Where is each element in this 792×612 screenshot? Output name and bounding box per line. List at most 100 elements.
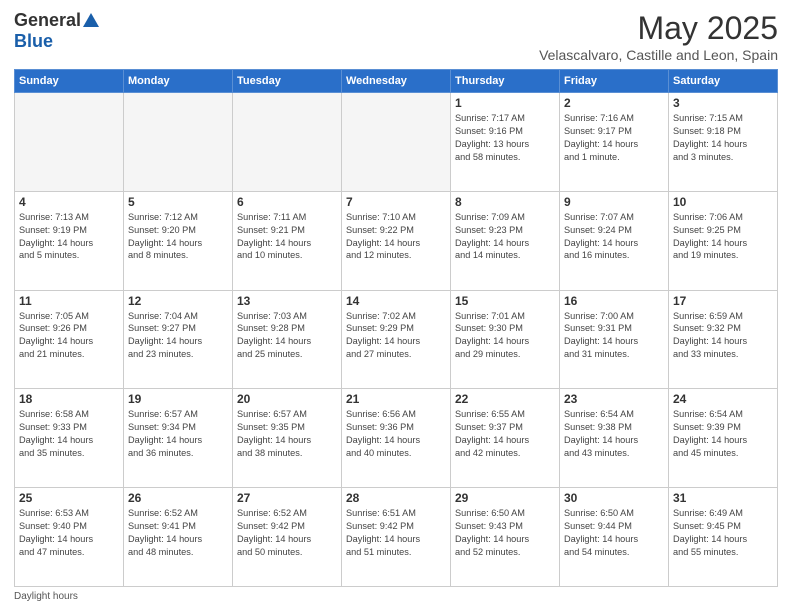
day-number: 23 bbox=[564, 392, 664, 406]
day-info: Sunrise: 7:02 AM Sunset: 9:29 PM Dayligh… bbox=[346, 310, 446, 362]
day-number: 29 bbox=[455, 491, 555, 505]
day-number: 22 bbox=[455, 392, 555, 406]
calendar-cell: 3 Sunrise: 7:15 AM Sunset: 9:18 PM Daylig… bbox=[669, 93, 778, 192]
day-info: Sunrise: 6:52 AM Sunset: 9:42 PM Dayligh… bbox=[237, 507, 337, 559]
calendar-cell bbox=[233, 93, 342, 192]
header: General Blue May 2025 Velascalvaro, Cast… bbox=[14, 10, 778, 63]
day-info: Sunrise: 7:01 AM Sunset: 9:30 PM Dayligh… bbox=[455, 310, 555, 362]
calendar-cell: 11 Sunrise: 7:05 AM Sunset: 9:26 PM Dayli… bbox=[15, 290, 124, 389]
day-number: 18 bbox=[19, 392, 119, 406]
calendar-week-row: 4 Sunrise: 7:13 AM Sunset: 9:19 PM Daylig… bbox=[15, 191, 778, 290]
calendar-cell: 15 Sunrise: 7:01 AM Sunset: 9:30 PM Dayli… bbox=[451, 290, 560, 389]
day-info: Sunrise: 7:05 AM Sunset: 9:26 PM Dayligh… bbox=[19, 310, 119, 362]
calendar-cell: 9Sunrise: 7:07 AM Sunset: 9:24 PM Daylig… bbox=[560, 191, 669, 290]
day-info: Sunrise: 7:13 AM Sunset: 9:19 PM Dayligh… bbox=[19, 211, 119, 263]
calendar-week-row: 25 Sunrise: 6:53 AM Sunset: 9:40 PM Dayli… bbox=[15, 488, 778, 587]
day-info: Sunrise: 7:15 AM Sunset: 9:18 PM Dayligh… bbox=[673, 112, 773, 164]
day-info: Sunrise: 7:16 AM Sunset: 9:17 PM Dayligh… bbox=[564, 112, 664, 164]
calendar-weekday-tuesday: Tuesday bbox=[233, 70, 342, 93]
day-info: Sunrise: 6:54 AM Sunset: 9:38 PM Dayligh… bbox=[564, 408, 664, 460]
calendar-cell: 7 Sunrise: 7:10 AM Sunset: 9:22 PM Daylig… bbox=[342, 191, 451, 290]
calendar-cell: 21 Sunrise: 6:56 AM Sunset: 9:36 PM Dayli… bbox=[342, 389, 451, 488]
day-info: Sunrise: 7:04 AM Sunset: 9:27 PM Dayligh… bbox=[128, 310, 228, 362]
calendar-week-row: 1 Sunrise: 7:17 AM Sunset: 9:16 PM Daylig… bbox=[15, 93, 778, 192]
calendar-cell: 30Sunrise: 6:50 AM Sunset: 9:44 PM Dayli… bbox=[560, 488, 669, 587]
calendar-cell: 25 Sunrise: 6:53 AM Sunset: 9:40 PM Dayli… bbox=[15, 488, 124, 587]
day-info: Sunrise: 6:52 AM Sunset: 9:41 PM Dayligh… bbox=[128, 507, 228, 559]
calendar-weekday-thursday: Thursday bbox=[451, 70, 560, 93]
day-info: Sunrise: 6:58 AM Sunset: 9:33 PM Dayligh… bbox=[19, 408, 119, 460]
day-number: 13 bbox=[237, 294, 337, 308]
day-number: 25 bbox=[19, 491, 119, 505]
day-info: Sunrise: 7:06 AM Sunset: 9:25 PM Dayligh… bbox=[673, 211, 773, 263]
day-number: 24 bbox=[673, 392, 773, 406]
calendar-cell: 2Sunrise: 7:16 AM Sunset: 9:17 PM Daylig… bbox=[560, 93, 669, 192]
day-number: 7 bbox=[346, 195, 446, 209]
day-info: Sunrise: 6:54 AM Sunset: 9:39 PM Dayligh… bbox=[673, 408, 773, 460]
calendar-weekday-monday: Monday bbox=[124, 70, 233, 93]
day-number: 11 bbox=[19, 294, 119, 308]
calendar-cell: 29 Sunrise: 6:50 AM Sunset: 9:43 PM Dayli… bbox=[451, 488, 560, 587]
calendar-cell: 23 Sunrise: 6:54 AM Sunset: 9:38 PM Dayli… bbox=[560, 389, 669, 488]
calendar-table: SundayMondayTuesdayWednesdayThursdayFrid… bbox=[14, 69, 778, 587]
calendar-cell: 28 Sunrise: 6:51 AM Sunset: 9:42 PM Dayli… bbox=[342, 488, 451, 587]
calendar-cell: 17Sunrise: 6:59 AM Sunset: 9:32 PM Dayli… bbox=[669, 290, 778, 389]
day-number: 21 bbox=[346, 392, 446, 406]
day-info: Sunrise: 7:10 AM Sunset: 9:22 PM Dayligh… bbox=[346, 211, 446, 263]
calendar-cell: 8 Sunrise: 7:09 AM Sunset: 9:23 PM Daylig… bbox=[451, 191, 560, 290]
day-number: 12 bbox=[128, 294, 228, 308]
calendar-cell: 16 Sunrise: 7:00 AM Sunset: 9:31 PM Dayli… bbox=[560, 290, 669, 389]
day-info: Sunrise: 6:55 AM Sunset: 9:37 PM Dayligh… bbox=[455, 408, 555, 460]
calendar-cell bbox=[124, 93, 233, 192]
day-number: 4 bbox=[19, 195, 119, 209]
logo-triangle-icon bbox=[83, 13, 99, 27]
day-number: 5 bbox=[128, 195, 228, 209]
day-number: 10 bbox=[673, 195, 773, 209]
calendar-cell: 31Sunrise: 6:49 AM Sunset: 9:45 PM Dayli… bbox=[669, 488, 778, 587]
day-number: 16 bbox=[564, 294, 664, 308]
calendar-weekday-friday: Friday bbox=[560, 70, 669, 93]
calendar-header-row: SundayMondayTuesdayWednesdayThursdayFrid… bbox=[15, 70, 778, 93]
day-info: Sunrise: 6:51 AM Sunset: 9:42 PM Dayligh… bbox=[346, 507, 446, 559]
day-info: Sunrise: 7:03 AM Sunset: 9:28 PM Dayligh… bbox=[237, 310, 337, 362]
page: General Blue May 2025 Velascalvaro, Cast… bbox=[0, 0, 792, 612]
calendar-cell: 14 Sunrise: 7:02 AM Sunset: 9:29 PM Dayli… bbox=[342, 290, 451, 389]
day-number: 27 bbox=[237, 491, 337, 505]
day-info: Sunrise: 7:00 AM Sunset: 9:31 PM Dayligh… bbox=[564, 310, 664, 362]
calendar-weekday-wednesday: Wednesday bbox=[342, 70, 451, 93]
day-number: 20 bbox=[237, 392, 337, 406]
day-number: 15 bbox=[455, 294, 555, 308]
day-number: 14 bbox=[346, 294, 446, 308]
day-number: 8 bbox=[455, 195, 555, 209]
day-info: Sunrise: 7:12 AM Sunset: 9:20 PM Dayligh… bbox=[128, 211, 228, 263]
day-number: 17 bbox=[673, 294, 773, 308]
calendar-cell: 20 Sunrise: 6:57 AM Sunset: 9:35 PM Dayli… bbox=[233, 389, 342, 488]
day-number: 28 bbox=[346, 491, 446, 505]
day-info: Sunrise: 6:53 AM Sunset: 9:40 PM Dayligh… bbox=[19, 507, 119, 559]
day-info: Sunrise: 7:07 AM Sunset: 9:24 PM Dayligh… bbox=[564, 211, 664, 263]
day-number: 3 bbox=[673, 96, 773, 110]
calendar-cell: 18 Sunrise: 6:58 AM Sunset: 9:33 PM Dayli… bbox=[15, 389, 124, 488]
day-info: Sunrise: 7:17 AM Sunset: 9:16 PM Dayligh… bbox=[455, 112, 555, 164]
calendar-weekday-saturday: Saturday bbox=[669, 70, 778, 93]
logo: General Blue bbox=[14, 10, 99, 52]
day-info: Sunrise: 6:57 AM Sunset: 9:35 PM Dayligh… bbox=[237, 408, 337, 460]
calendar-cell: 4 Sunrise: 7:13 AM Sunset: 9:19 PM Daylig… bbox=[15, 191, 124, 290]
calendar-cell: 22 Sunrise: 6:55 AM Sunset: 9:37 PM Dayli… bbox=[451, 389, 560, 488]
day-info: Sunrise: 6:50 AM Sunset: 9:43 PM Dayligh… bbox=[455, 507, 555, 559]
logo-blue-text: Blue bbox=[14, 31, 53, 52]
calendar-cell bbox=[342, 93, 451, 192]
calendar-cell: 6Sunrise: 7:11 AM Sunset: 9:21 PM Daylig… bbox=[233, 191, 342, 290]
month-title: May 2025 bbox=[539, 10, 778, 47]
logo-general-text: General bbox=[14, 10, 81, 31]
day-info: Sunrise: 7:09 AM Sunset: 9:23 PM Dayligh… bbox=[455, 211, 555, 263]
calendar-cell: 12 Sunrise: 7:04 AM Sunset: 9:27 PM Dayli… bbox=[124, 290, 233, 389]
day-number: 30 bbox=[564, 491, 664, 505]
day-info: Sunrise: 6:56 AM Sunset: 9:36 PM Dayligh… bbox=[346, 408, 446, 460]
location-title: Velascalvaro, Castille and Leon, Spain bbox=[539, 47, 778, 63]
day-number: 19 bbox=[128, 392, 228, 406]
day-number: 26 bbox=[128, 491, 228, 505]
day-number: 1 bbox=[455, 96, 555, 110]
calendar-cell: 5 Sunrise: 7:12 AM Sunset: 9:20 PM Daylig… bbox=[124, 191, 233, 290]
day-info: Sunrise: 6:57 AM Sunset: 9:34 PM Dayligh… bbox=[128, 408, 228, 460]
